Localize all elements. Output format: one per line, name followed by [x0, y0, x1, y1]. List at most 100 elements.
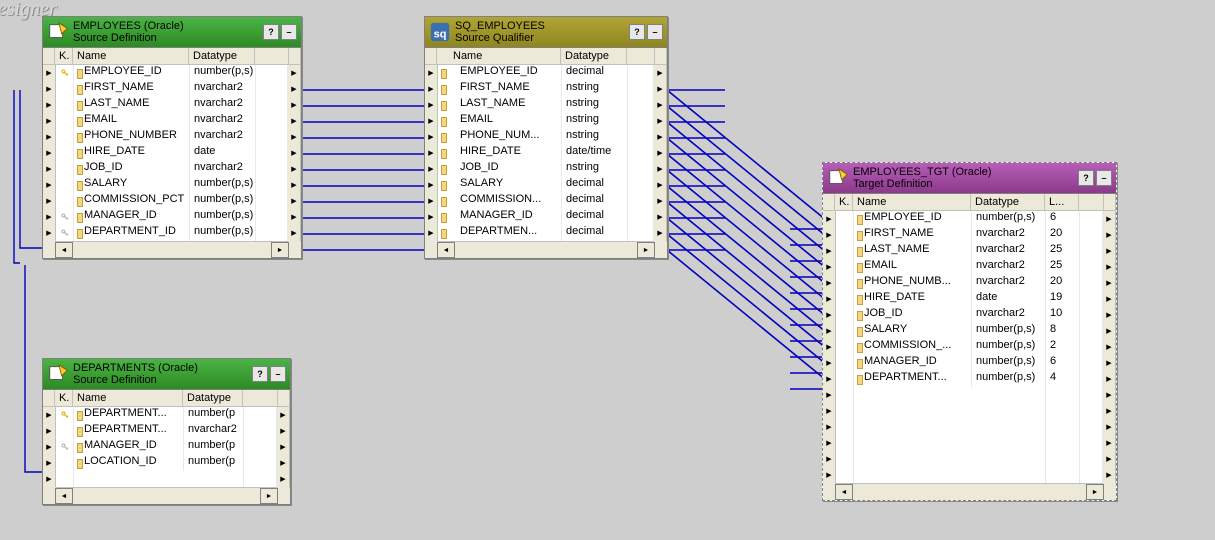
- scroll-right-button[interactable]: ►: [271, 242, 289, 258]
- in-port[interactable]: ▶: [823, 451, 836, 468]
- help-button[interactable]: ?: [1078, 170, 1094, 186]
- out-port[interactable]: ▶: [1103, 259, 1116, 276]
- table-row[interactable]: ▶EMPLOYEE_IDnumber(p,s)6▶: [823, 211, 1116, 227]
- scroll-right-button[interactable]: ►: [1086, 484, 1104, 500]
- in-port[interactable]: ▶: [823, 243, 836, 260]
- in-port[interactable]: ▶: [425, 193, 438, 210]
- in-port[interactable]: ▶: [425, 177, 438, 194]
- in-port[interactable]: ▶: [425, 209, 438, 226]
- in-port[interactable]: ▶: [823, 371, 836, 388]
- in-port[interactable]: ▶: [823, 339, 836, 356]
- table-row[interactable]: ▶EMPLOYEE_IDnumber(p,s)▶: [43, 65, 301, 81]
- out-port[interactable]: ▶: [654, 193, 667, 210]
- table-row[interactable]: ▶JOB_IDnvarchar2▶: [43, 161, 301, 177]
- table-row[interactable]: ▶DEPARTMEN...decimal▶: [425, 225, 667, 241]
- out-port[interactable]: ▶: [654, 209, 667, 226]
- out-port[interactable]: ▶: [1103, 339, 1116, 356]
- out-port[interactable]: ▶: [1103, 435, 1116, 452]
- panel-header[interactable]: DEPARTMENTS (Oracle) Source Definition ?…: [43, 359, 290, 389]
- in-port[interactable]: ▶: [43, 65, 56, 82]
- table-row[interactable]: ▶COMMISSION...decimal▶: [425, 193, 667, 209]
- table-row[interactable]: ▶PHONE_NUMBERnvarchar2▶: [43, 129, 301, 145]
- out-port[interactable]: ▶: [1103, 211, 1116, 228]
- in-port[interactable]: ▶: [43, 177, 56, 194]
- table-row[interactable]: ▶HIRE_DATEdate/time▶: [425, 145, 667, 161]
- panel-sq-employees[interactable]: sq SQ_EMPLOYEES Source Qualifier ? – Nam…: [424, 16, 668, 259]
- table-row[interactable]: ▶DEPARTMENT...number(p,s)4▶: [823, 371, 1116, 387]
- in-port[interactable]: ▶: [425, 65, 438, 82]
- panel-employees-target[interactable]: EMPLOYEES_TGT (Oracle) Target Definition…: [822, 162, 1117, 501]
- in-port[interactable]: ▶: [43, 471, 56, 488]
- help-button[interactable]: ?: [252, 366, 268, 382]
- h-scrollbar[interactable]: ◄ ►: [43, 241, 301, 258]
- table-row[interactable]: ▶SALARYnumber(p,s)8▶: [823, 323, 1116, 339]
- minimize-button[interactable]: –: [647, 24, 663, 40]
- in-port[interactable]: ▶: [425, 161, 438, 178]
- in-port[interactable]: ▶: [823, 403, 836, 420]
- out-port[interactable]: ▶: [288, 225, 301, 242]
- in-port[interactable]: ▶: [43, 407, 56, 424]
- in-port[interactable]: ▶: [425, 225, 438, 242]
- out-port[interactable]: ▶: [277, 471, 290, 488]
- out-port[interactable]: ▶: [1103, 403, 1116, 420]
- table-row[interactable]: ▶DEPARTMENT_IDnumber(p,s)▶: [43, 225, 301, 241]
- table-row[interactable]: ▶JOB_IDnstring▶: [425, 161, 667, 177]
- out-port[interactable]: ▶: [1103, 323, 1116, 340]
- out-port[interactable]: ▶: [654, 129, 667, 146]
- out-port[interactable]: ▶: [288, 209, 301, 226]
- panel-employees-source[interactable]: EMPLOYEES (Oracle) Source Definition ? –…: [42, 16, 302, 259]
- scroll-left-button[interactable]: ◄: [437, 242, 455, 258]
- in-port[interactable]: ▶: [43, 113, 56, 130]
- in-port[interactable]: ▶: [43, 129, 56, 146]
- in-port[interactable]: ▶: [823, 355, 836, 372]
- out-port[interactable]: ▶: [654, 113, 667, 130]
- out-port[interactable]: ▶: [288, 113, 301, 130]
- table-row[interactable]: ▶DEPARTMENT...number(p▶: [43, 407, 290, 423]
- table-row[interactable]: ▶EMPLOYEE_IDdecimal▶: [425, 65, 667, 81]
- out-port[interactable]: ▶: [277, 423, 290, 440]
- in-port[interactable]: ▶: [823, 211, 836, 228]
- table-row[interactable]: ▶FIRST_NAMEnstring▶: [425, 81, 667, 97]
- in-port[interactable]: ▶: [425, 145, 438, 162]
- out-port[interactable]: ▶: [654, 65, 667, 82]
- minimize-button[interactable]: –: [1096, 170, 1112, 186]
- out-port[interactable]: ▶: [288, 177, 301, 194]
- in-port[interactable]: ▶: [823, 275, 836, 292]
- in-port[interactable]: ▶: [823, 323, 836, 340]
- table-row[interactable]: ▶PHONE_NUMB...nvarchar220▶: [823, 275, 1116, 291]
- out-port[interactable]: ▶: [654, 97, 667, 114]
- panel-header[interactable]: EMPLOYEES_TGT (Oracle) Target Definition…: [823, 163, 1116, 193]
- h-scrollbar[interactable]: ◄ ►: [43, 487, 290, 504]
- table-row[interactable]: ▶MANAGER_IDnumber(p▶: [43, 439, 290, 455]
- table-row[interactable]: ▶SALARYdecimal▶: [425, 177, 667, 193]
- out-port[interactable]: ▶: [1103, 355, 1116, 372]
- panel-header[interactable]: EMPLOYEES (Oracle) Source Definition ? –: [43, 17, 301, 47]
- table-row[interactable]: ▶LAST_NAMEnvarchar2▶: [43, 97, 301, 113]
- out-port[interactable]: ▶: [277, 439, 290, 456]
- out-port[interactable]: ▶: [1103, 275, 1116, 292]
- in-port[interactable]: ▶: [43, 209, 56, 226]
- table-row[interactable]: ▶DEPARTMENT...nvarchar2▶: [43, 423, 290, 439]
- table-row[interactable]: ▶COMMISSION_...number(p,s)2▶: [823, 339, 1116, 355]
- in-port[interactable]: ▶: [43, 439, 56, 456]
- table-row[interactable]: ▶EMAILnvarchar225▶: [823, 259, 1116, 275]
- in-port[interactable]: ▶: [823, 291, 836, 308]
- out-port[interactable]: ▶: [277, 407, 290, 424]
- in-port[interactable]: ▶: [823, 307, 836, 324]
- table-row[interactable]: ▶SALARYnumber(p,s)▶: [43, 177, 301, 193]
- out-port[interactable]: ▶: [288, 129, 301, 146]
- scroll-left-button[interactable]: ◄: [835, 484, 853, 500]
- in-port[interactable]: ▶: [43, 161, 56, 178]
- in-port[interactable]: ▶: [43, 81, 56, 98]
- table-row[interactable]: ▶MANAGER_IDnumber(p,s)▶: [43, 209, 301, 225]
- in-port[interactable]: ▶: [823, 227, 836, 244]
- out-port[interactable]: ▶: [288, 97, 301, 114]
- out-port[interactable]: ▶: [1103, 419, 1116, 436]
- in-port[interactable]: ▶: [43, 97, 56, 114]
- out-port[interactable]: ▶: [288, 65, 301, 82]
- out-port[interactable]: ▶: [288, 81, 301, 98]
- table-row[interactable]: ▶LAST_NAMEnvarchar225▶: [823, 243, 1116, 259]
- h-scrollbar[interactable]: ◄ ►: [823, 483, 1116, 500]
- in-port[interactable]: ▶: [43, 145, 56, 162]
- in-port[interactable]: ▶: [43, 193, 56, 210]
